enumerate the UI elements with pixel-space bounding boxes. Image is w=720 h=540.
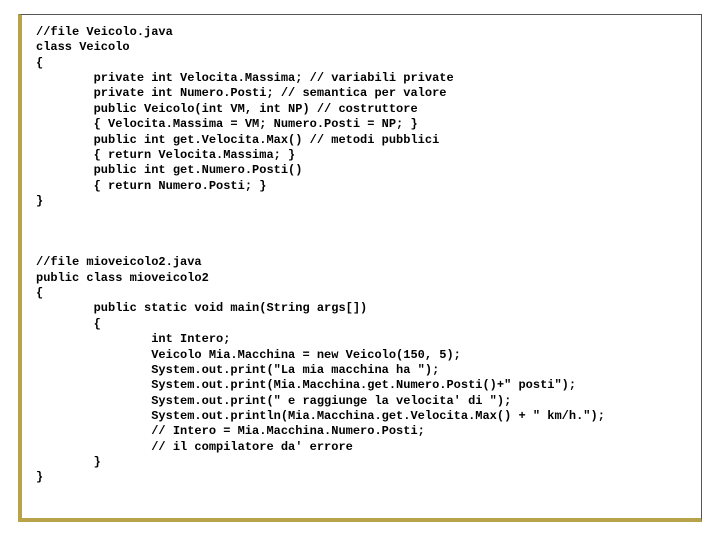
code-frame: //file Veicolo.java class Veicolo { priv… [18,14,702,522]
page: //file Veicolo.java class Veicolo { priv… [0,0,720,540]
code-block: //file Veicolo.java class Veicolo { priv… [36,25,691,486]
